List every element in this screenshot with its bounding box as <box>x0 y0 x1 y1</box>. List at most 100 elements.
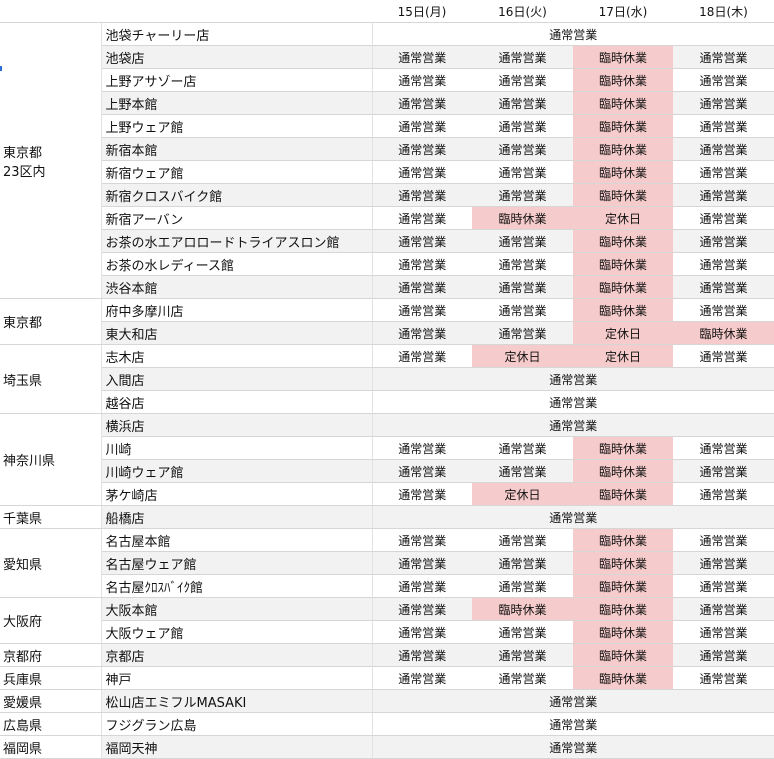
status-cell: 通常営業 <box>472 551 573 575</box>
table-row: 福岡県 福岡天神 通常営業 <box>0 735 774 759</box>
status-cell: 通常営業 <box>372 666 472 690</box>
status-cell: 通常営業 <box>673 436 774 460</box>
status-cell: 臨時休業 <box>573 574 673 598</box>
status-merged-cell: 通常営業 <box>372 390 774 414</box>
store-name-cell: 入間店 <box>101 367 373 391</box>
prefecture-cell: 兵庫県 <box>0 666 102 690</box>
table-row: 大阪府 大阪本館 通常営業 臨時休業 臨時休業 通常営業 <box>0 597 774 644</box>
status-cell: 通常営業 <box>673 45 774 69</box>
status-cell: 臨時休業 <box>573 666 673 690</box>
table-row: 新宿本館 通常営業 通常営業 臨時休業 通常営業 <box>0 137 774 161</box>
table-row: 上野アサゾー店 通常営業 通常営業 臨時休業 通常営業 <box>0 68 774 92</box>
store-name-cell: 渋谷本館 <box>101 275 373 299</box>
status-cell: 通常営業 <box>472 137 573 161</box>
status-cell: 通常営業 <box>472 574 573 598</box>
status-cell: 通常営業 <box>673 482 774 506</box>
store-name-cell: 大阪ウェア館 <box>101 620 373 644</box>
status-cell: 臨時休業 <box>573 137 673 161</box>
status-cell: 通常営業 <box>673 229 774 253</box>
status-cell: 通常営業 <box>673 528 774 552</box>
header-day-15: 15日(月) <box>372 0 472 23</box>
table-row: 新宿ウェア館 通常営業 通常営業 臨時休業 通常営業 <box>0 160 774 184</box>
status-cell: 通常営業 <box>673 574 774 598</box>
status-cell: 通常営業 <box>372 275 472 299</box>
status-cell: 通常営業 <box>372 459 472 483</box>
status-cell: 臨時休業 <box>573 643 673 667</box>
table-row: 越谷店 通常営業 <box>0 390 774 414</box>
store-name-cell: 福岡天神 <box>101 735 373 759</box>
status-cell: 臨時休業 <box>573 551 673 575</box>
table-row: 神奈川県 横浜店 通常営業 <box>0 413 774 506</box>
status-cell: 通常営業 <box>472 252 573 276</box>
store-name-cell: フジグラン広島 <box>101 712 373 736</box>
prefecture-cell: 埼玉県 <box>0 344 102 414</box>
status-cell: 通常営業 <box>472 298 573 322</box>
table-row: 名古屋ｸﾛｽﾊﾞｲｸ館 通常営業 通常営業 臨時休業 通常営業 <box>0 574 774 598</box>
status-merged-cell: 通常営業 <box>372 735 774 759</box>
store-name-cell: 京都店 <box>101 643 373 667</box>
status-cell: 通常営業 <box>372 436 472 460</box>
status-cell: 臨時休業 <box>573 436 673 460</box>
status-cell: 臨時休業 <box>573 183 673 207</box>
table-row: 埼玉県 志木店 通常営業 定休日 定休日 通常営業 <box>0 344 774 414</box>
store-name-cell: お茶の水エアロロードトライアスロン館 <box>101 229 373 253</box>
status-cell: 通常営業 <box>472 643 573 667</box>
status-cell: 定休日 <box>472 482 573 506</box>
status-cell: 通常営業 <box>673 620 774 644</box>
table-row: 東京都 府中多摩川店 通常営業 通常営業 臨時休業 通常営業 <box>0 298 774 345</box>
store-name-cell: 府中多摩川店 <box>101 298 373 322</box>
table-row: 池袋店 通常営業 通常営業 臨時休業 通常営業 <box>0 45 774 69</box>
status-cell: 通常営業 <box>673 551 774 575</box>
status-merged-cell: 通常営業 <box>372 505 774 529</box>
status-cell: 通常営業 <box>372 91 472 115</box>
store-name-cell: 池袋店 <box>101 45 373 69</box>
table-row: 兵庫県 神戸 通常営業 通常営業 臨時休業 通常営業 <box>0 666 774 690</box>
status-cell: 定休日 <box>472 344 573 368</box>
status-cell: 臨時休業 <box>573 482 673 506</box>
status-cell: 通常営業 <box>472 229 573 253</box>
store-name-cell: お茶の水レディース館 <box>101 252 373 276</box>
store-name-cell: 神戸 <box>101 666 373 690</box>
status-cell: 通常営業 <box>372 183 472 207</box>
status-cell: 通常営業 <box>673 344 774 368</box>
table-row: 名古屋ウェア館 通常営業 通常営業 臨時休業 通常営業 <box>0 551 774 575</box>
status-cell: 通常営業 <box>472 160 573 184</box>
status-cell: 通常営業 <box>472 45 573 69</box>
store-name-cell: 松山店エミフルMASAKI <box>101 689 373 713</box>
status-cell: 通常営業 <box>372 206 472 230</box>
store-name-cell: 名古屋ｸﾛｽﾊﾞｲｸ館 <box>101 574 373 598</box>
status-cell: 通常営業 <box>673 298 774 322</box>
status-cell: 通常営業 <box>372 551 472 575</box>
status-cell: 定休日 <box>573 206 673 230</box>
header-corner-pref <box>0 0 101 23</box>
status-cell: 臨時休業 <box>573 252 673 276</box>
prefecture-cell: 愛知県 <box>0 528 102 598</box>
table-row: お茶の水エアロロードトライアスロン館 通常営業 通常営業 臨時休業 通常営業 <box>0 229 774 253</box>
status-cell: 通常営業 <box>472 436 573 460</box>
status-merged-cell: 通常営業 <box>372 712 774 736</box>
header-row: 15日(月) 16日(火) 17日(水) 18日(木) <box>0 0 774 23</box>
status-cell: 臨時休業 <box>573 298 673 322</box>
status-merged-cell: 通常営業 <box>372 367 774 391</box>
status-cell: 通常営業 <box>472 528 573 552</box>
status-merged-cell: 通常営業 <box>372 689 774 713</box>
status-cell: 臨時休業 <box>573 229 673 253</box>
table-row: 茅ケ崎店 通常営業 定休日 臨時休業 通常営業 <box>0 482 774 506</box>
status-cell: 通常営業 <box>673 666 774 690</box>
table-row: 広島県 フジグラン広島 通常営業 <box>0 712 774 736</box>
store-name-cell: 川崎ウェア館 <box>101 459 373 483</box>
status-cell: 通常営業 <box>372 528 472 552</box>
store-name-cell: 新宿クロスバイク館 <box>101 183 373 207</box>
status-cell: 定休日 <box>573 321 673 345</box>
status-cell: 通常営業 <box>673 252 774 276</box>
table-row: 愛知県 名古屋本館 通常営業 通常営業 臨時休業 通常営業 <box>0 528 774 598</box>
status-cell: 通常営業 <box>673 114 774 138</box>
table-row: 上野ウェア館 通常営業 通常営業 臨時休業 通常営業 <box>0 114 774 138</box>
status-cell: 通常営業 <box>472 666 573 690</box>
store-name-cell: 川崎 <box>101 436 373 460</box>
status-cell: 通常営業 <box>673 160 774 184</box>
store-name-cell: 大阪本館 <box>101 597 373 621</box>
status-cell: 臨時休業 <box>573 45 673 69</box>
prefecture-cell: 福岡県 <box>0 735 102 759</box>
table-row: 渋谷本館 通常営業 通常営業 臨時休業 通常営業 <box>0 275 774 299</box>
